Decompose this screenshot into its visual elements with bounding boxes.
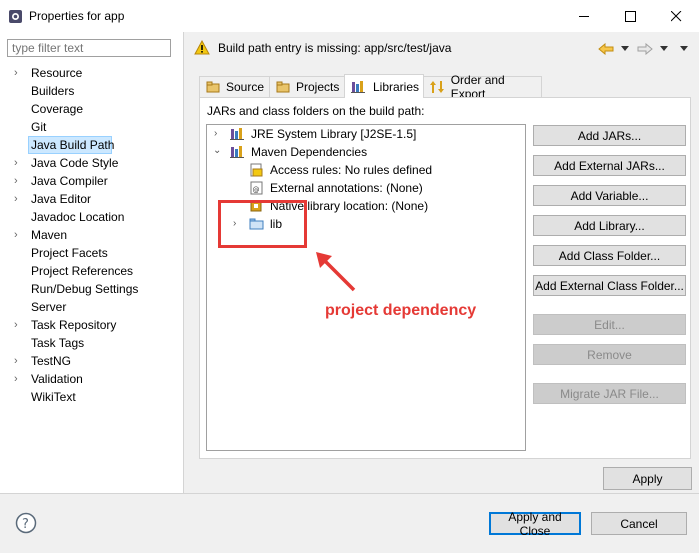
project-folder-icon — [276, 81, 290, 93]
svg-text:@: @ — [253, 186, 260, 194]
nav-item-project-facets[interactable]: Project Facets — [31, 246, 108, 260]
tab-libraries[interactable]: Libraries — [344, 74, 424, 98]
tab-projects[interactable]: Projects — [269, 76, 345, 97]
nav-item-java-editor[interactable]: Java Editor — [31, 192, 91, 206]
nav-item-java-build-path[interactable]: Java Build Path — [31, 138, 114, 152]
apply-and-close-button[interactable]: Apply and Close — [489, 510, 581, 538]
build-path-warning: Build path entry is missing: app/src/tes… — [218, 41, 452, 55]
nav-item-javadoc-location[interactable]: Javadoc Location — [31, 210, 124, 224]
expand-arrow-icon[interactable]: › — [14, 355, 18, 367]
window-title: Properties for app — [29, 9, 125, 23]
help-icon[interactable]: ? — [15, 512, 37, 534]
tree-item-external-annotations[interactable]: External annotations: (None) — [270, 181, 423, 195]
view-menu-icon[interactable] — [680, 46, 688, 52]
tree-item-maven-dependencies[interactable]: Maven Dependencies — [251, 145, 367, 159]
chevron-down-icon[interactable] — [621, 46, 629, 52]
nav-item-maven[interactable]: Maven — [31, 228, 67, 242]
nav-item-java-code-style[interactable]: Java Code Style — [31, 156, 118, 170]
nav-item-coverage[interactable]: Coverage — [31, 102, 83, 116]
maximize-icon — [624, 10, 636, 22]
nav-item-wikitext[interactable]: WikiText — [31, 390, 76, 404]
nav-item-git[interactable]: Git — [31, 120, 46, 134]
add-jars-button[interactable]: Add JARs... — [533, 125, 686, 146]
tab-source[interactable]: Source — [199, 76, 270, 97]
warning-icon — [194, 40, 210, 55]
nav-item-run-debug-settings[interactable]: Run/Debug Settings — [31, 282, 138, 296]
nav-item-server[interactable]: Server — [31, 300, 66, 314]
expand-arrow-icon[interactable]: › — [14, 67, 18, 79]
expand-arrow-icon[interactable]: › — [214, 128, 217, 139]
maximize-button[interactable] — [607, 0, 653, 32]
expand-arrow-icon[interactable]: › — [14, 157, 18, 169]
library-icon — [230, 128, 244, 140]
expand-arrow-icon[interactable]: › — [14, 319, 18, 331]
minimize-icon — [578, 15, 589, 17]
access-rules-icon — [250, 163, 263, 177]
tree-item-access-rules[interactable]: Access rules: No rules defined — [270, 163, 432, 177]
nav-item-task-repository[interactable]: Task Repository — [31, 318, 116, 332]
source-folder-icon — [206, 81, 220, 93]
annotation-arrow-icon — [316, 252, 356, 292]
filter-input[interactable] — [7, 39, 171, 57]
expand-arrow-icon[interactable]: › — [14, 229, 18, 241]
order-export-icon — [430, 81, 444, 93]
chevron-down-icon[interactable] — [660, 46, 668, 52]
expand-arrow-icon[interactable]: › — [14, 175, 18, 187]
annotation-label: project dependency — [325, 302, 477, 319]
nav-item-task-tags[interactable]: Task Tags — [31, 336, 84, 350]
tab-order-and-export[interactable]: Order and Export — [423, 73, 542, 101]
build-path-label: JARs and class folders on the build path… — [207, 104, 425, 118]
remove-button[interactable]: Remove — [533, 344, 686, 365]
app-icon — [9, 10, 22, 23]
svg-text:?: ? — [22, 517, 29, 532]
cancel-button[interactable]: Cancel — [591, 512, 687, 535]
library-icon — [351, 81, 365, 93]
expand-arrow-icon[interactable]: › — [14, 193, 18, 205]
add-class-folder-button[interactable]: Add Class Folder... — [533, 245, 686, 266]
navigation-pane — [0, 32, 184, 493]
migrate-jar-file-button[interactable]: Migrate JAR File... — [533, 383, 686, 404]
library-icon — [230, 146, 244, 158]
close-button[interactable] — [653, 0, 699, 32]
nav-item-validation[interactable]: Validation — [31, 372, 83, 386]
edit-button[interactable]: Edit... — [533, 314, 686, 335]
nav-item-project-references[interactable]: Project References — [31, 264, 133, 278]
collapse-arrow-icon[interactable]: ⌄ — [213, 145, 221, 156]
nav-item-testng[interactable]: TestNG — [31, 354, 71, 368]
back-arrow-icon[interactable] — [598, 43, 614, 55]
add-variable-button[interactable]: Add Variable... — [533, 185, 686, 206]
highlight-box — [218, 200, 307, 248]
add-external-jars-button[interactable]: Add External JARs... — [533, 155, 686, 176]
apply-button[interactable]: Apply — [603, 467, 692, 490]
tree-item-jre-system-library[interactable]: JRE System Library [J2SE-1.5] — [251, 127, 416, 141]
nav-item-java-compiler[interactable]: Java Compiler — [31, 174, 108, 188]
add-external-class-folder-button[interactable]: Add External Class Folder... — [533, 275, 686, 296]
add-library-button[interactable]: Add Library... — [533, 215, 686, 236]
close-icon — [670, 10, 681, 21]
nav-item-builders[interactable]: Builders — [31, 84, 74, 98]
expand-arrow-icon[interactable]: › — [14, 373, 18, 385]
minimize-button[interactable] — [561, 0, 607, 32]
nav-item-resource[interactable]: Resource — [31, 66, 82, 80]
forward-arrow-icon[interactable] — [637, 43, 653, 55]
external-annotations-icon: @ — [250, 181, 263, 195]
